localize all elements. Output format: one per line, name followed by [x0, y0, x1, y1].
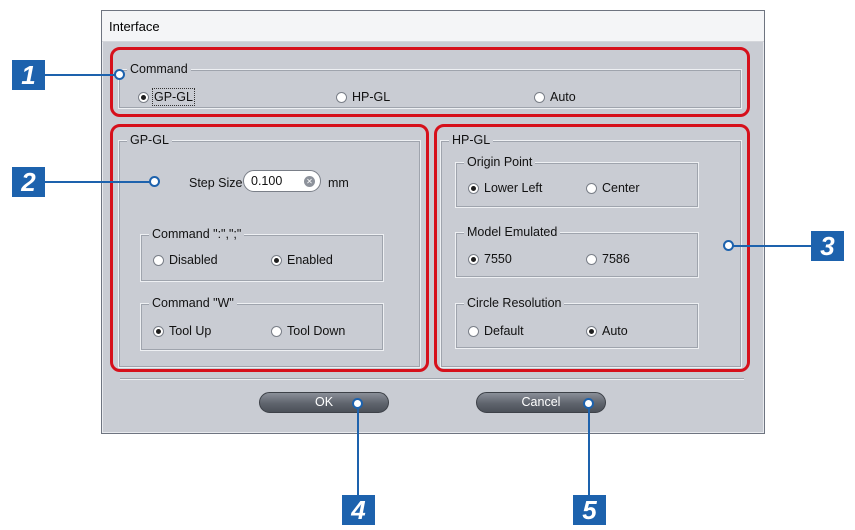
callout-box-command [110, 47, 750, 117]
callout-number-4: 4 [342, 495, 375, 525]
title-bar: Interface [102, 11, 764, 42]
dialog-title: Interface [109, 19, 160, 34]
callout-number-1: 1 [12, 60, 45, 90]
callout-pin-3 [723, 240, 734, 251]
callout-pin-5 [583, 398, 594, 409]
callout-leader-1 [45, 74, 118, 76]
callout-number-5: 5 [573, 495, 606, 525]
callout-leader-4 [357, 405, 359, 495]
ok-button[interactable]: OK [259, 392, 389, 413]
callout-leader-2 [45, 181, 153, 183]
callout-box-hpgl [434, 124, 750, 372]
callout-number-2: 2 [12, 167, 45, 197]
callout-pin-2 [149, 176, 160, 187]
callout-pin-4 [352, 398, 363, 409]
callout-leader-5 [588, 405, 590, 495]
callout-box-gpgl [110, 124, 429, 372]
button-separator [120, 378, 744, 380]
callout-leader-3 [729, 245, 811, 247]
callout-pin-1 [114, 69, 125, 80]
callout-number-3: 3 [811, 231, 844, 261]
